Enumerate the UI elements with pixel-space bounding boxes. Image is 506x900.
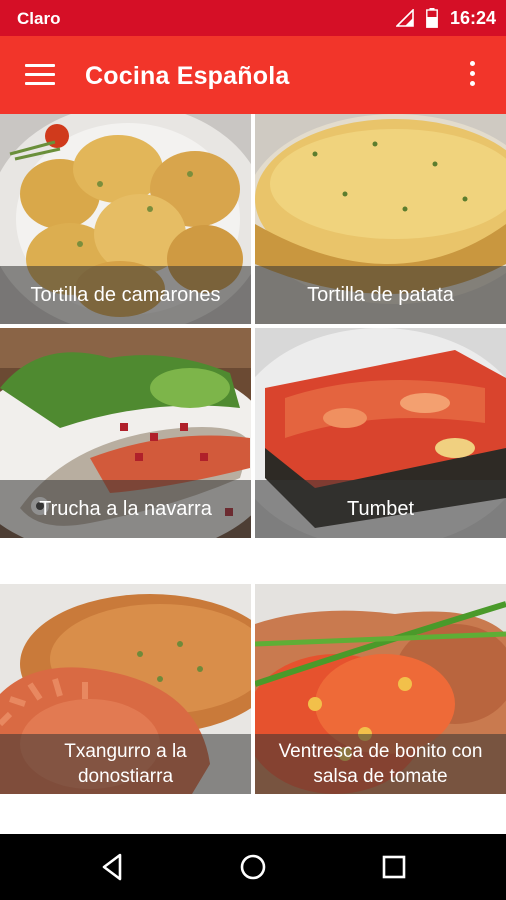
status-icons: 16:24 bbox=[395, 7, 496, 29]
status-bar: Claro 16:24 bbox=[0, 0, 506, 36]
app-title: Cocina Española bbox=[85, 62, 290, 90]
recipe-card-ventresca-de-bonito[interactable]: Ventresca de bonito con salsa de tomate bbox=[255, 584, 506, 794]
home-icon[interactable] bbox=[236, 850, 270, 884]
carrier-label: Claro bbox=[17, 9, 61, 28]
recipe-card-trucha-a-la-navarra[interactable]: Trucha a la navarra bbox=[0, 328, 251, 538]
battery-icon bbox=[426, 8, 438, 28]
clock: 16:24 bbox=[449, 7, 496, 28]
recipe-card-tortilla-de-camarones[interactable]: Tortilla de camarones bbox=[0, 114, 251, 324]
more-vert-icon[interactable] bbox=[463, 59, 483, 91]
recipe-label: Tumbet bbox=[255, 480, 506, 538]
signal-icon bbox=[395, 9, 414, 27]
recipe-card-txangurro-a-la-donostiarra[interactable]: Txangurro a la donostiarra bbox=[0, 584, 251, 794]
navigation-bar bbox=[0, 834, 506, 900]
recipe-label: Tortilla de camarones bbox=[0, 266, 251, 324]
recipe-card-tumbet[interactable]: Tumbet bbox=[255, 328, 506, 538]
recipe-label: Trucha a la navarra bbox=[0, 480, 251, 538]
recents-icon[interactable] bbox=[377, 850, 411, 884]
recipe-card-tortilla-de-patata[interactable]: Tortilla de patata bbox=[255, 114, 506, 324]
hamburger-menu-icon[interactable] bbox=[25, 64, 55, 86]
recipe-label: Tortilla de patata bbox=[255, 266, 506, 324]
recipe-label: Ventresca de bonito con salsa de tomate bbox=[255, 734, 506, 794]
back-icon[interactable] bbox=[96, 850, 130, 884]
recipe-label: Txangurro a la donostiarra bbox=[0, 734, 251, 794]
app-bar: Cocina Española bbox=[0, 36, 506, 114]
recipe-grid: Tortilla de camarones Tortilla de patata bbox=[0, 114, 506, 834]
